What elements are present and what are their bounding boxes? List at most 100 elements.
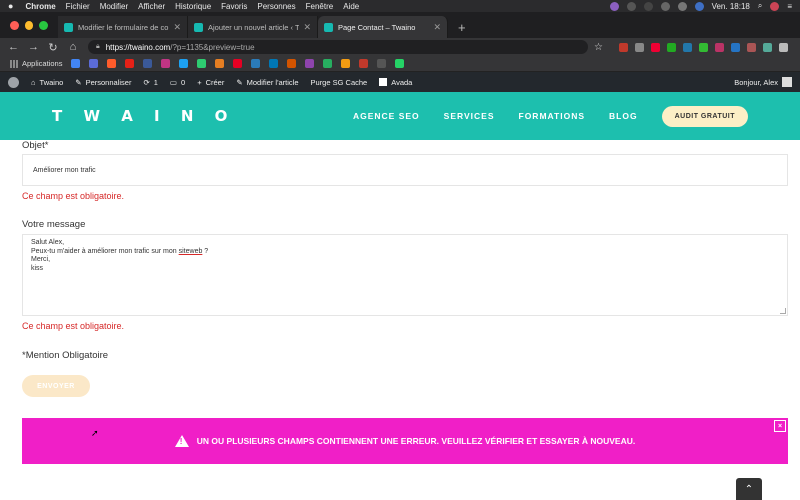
wp-logo-menu[interactable] [8, 76, 19, 88]
bookmark-icon[interactable] [107, 59, 117, 68]
lock-icon[interactable]: 🔒︎ [96, 43, 100, 51]
chrome-menu-icon[interactable] [778, 42, 788, 52]
tab-close-icon[interactable]: ✕ [433, 22, 441, 33]
resize-handle-icon[interactable] [780, 308, 786, 314]
browser-tab[interactable]: Ajouter un nouvel article ‹ Twa ✕ [188, 16, 318, 38]
wp-customize-label: Personnaliser [85, 77, 132, 87]
menu-view[interactable]: Afficher [138, 2, 165, 11]
audit-gratuit-button[interactable]: AUDIT GRATUIT [661, 105, 748, 127]
menu-file[interactable]: Fichier [66, 2, 90, 11]
instagram-bookmark-icon[interactable] [161, 59, 171, 68]
nav-formations[interactable]: FORMATIONS [519, 111, 586, 121]
bookmark-icon[interactable] [197, 59, 207, 68]
extension-icon[interactable] [618, 42, 628, 52]
facebook-bookmark-icon[interactable] [143, 59, 153, 68]
extension-icon[interactable] [746, 42, 756, 52]
pinterest-bookmark-icon[interactable] [233, 59, 243, 68]
browser-tab-bar: Modifier le formulaire de conta ✕ Ajoute… [0, 12, 800, 38]
nav-services[interactable]: SERVICES [444, 111, 495, 121]
menu-window[interactable]: Fenêtre [306, 2, 334, 11]
bookmark-icon[interactable] [89, 59, 99, 68]
linkedin-bookmark-icon[interactable] [269, 59, 279, 68]
error-alert: UN OU PLUSIEURS CHAMPS CONTIENNENT UNE E… [22, 418, 788, 464]
extension-icon[interactable] [714, 42, 724, 52]
bookmark-icon[interactable] [287, 59, 297, 68]
tab-close-icon[interactable]: ✕ [173, 22, 181, 33]
menu-history[interactable]: Historique [175, 2, 211, 11]
subject-field[interactable]: Améliorer mon trafic [22, 154, 788, 186]
bookmark-icon[interactable] [359, 59, 369, 68]
clock[interactable]: Ven. 18:18 [712, 2, 750, 11]
youtube-bookmark-icon[interactable] [125, 59, 135, 68]
wp-updates-count: 1 [153, 77, 158, 87]
forward-icon[interactable]: → [28, 41, 39, 53]
menu-edit[interactable]: Modifier [100, 2, 128, 11]
wp-edit-post-link[interactable]: ✎ Modifier l'article [236, 78, 298, 87]
bookmark-icon[interactable] [323, 59, 333, 68]
extension-icon[interactable] [634, 42, 644, 52]
menu-bookmarks[interactable]: Favoris [221, 2, 247, 11]
wp-site-link[interactable]: ⌂ Twaino [31, 78, 63, 87]
alert-close-button[interactable]: × [774, 420, 786, 432]
status-cloud-icon[interactable] [660, 1, 670, 11]
status-github-icon[interactable] [626, 1, 636, 11]
notification-center-icon[interactable]: ≡ [787, 2, 792, 11]
bookmark-icon[interactable] [215, 59, 225, 68]
wifi-icon[interactable] [677, 1, 687, 11]
extension-icon[interactable] [730, 42, 740, 52]
google-bookmark-icon[interactable] [71, 59, 81, 68]
tab-close-icon[interactable]: ✕ [303, 22, 311, 33]
menu-people[interactable]: Personnes [257, 2, 295, 11]
profile-avatar-icon[interactable] [762, 42, 772, 52]
scroll-to-top-button[interactable]: ⌃ [736, 478, 762, 500]
nav-agence-seo[interactable]: AGENCE SEO [353, 111, 420, 121]
bookmark-icon[interactable] [305, 59, 315, 68]
macos-menu-bar: ● Chrome Fichier Modifier Afficher Histo… [0, 0, 800, 12]
flag-fr-icon[interactable] [694, 1, 704, 11]
reload-icon[interactable]: ↻ [48, 41, 58, 54]
bookmark-icon[interactable] [377, 59, 387, 68]
wp-avada-link[interactable]: Avada [379, 78, 412, 87]
menu-help[interactable]: Aide [343, 2, 359, 11]
spotlight-search-icon[interactable]: ⌕ [758, 1, 762, 11]
site-logo[interactable]: T W A I N O [52, 107, 235, 125]
status-dropbox-icon[interactable] [643, 1, 653, 11]
twitter-bookmark-icon[interactable] [179, 59, 189, 68]
home-icon[interactable]: ⌂ [68, 41, 78, 53]
new-tab-icon[interactable]: + [448, 20, 476, 38]
tab-title: Ajouter un nouvel article ‹ Twa [208, 22, 300, 32]
browser-tab-active[interactable]: Page Contact – Twaino ✕ [318, 16, 448, 38]
wp-account-menu[interactable]: Bonjour, Alex [734, 77, 792, 87]
extension-icon[interactable] [698, 42, 708, 52]
analytics-bookmark-icon[interactable] [341, 59, 351, 68]
nav-blog[interactable]: BLOG [609, 111, 638, 121]
menu-app[interactable]: Chrome [25, 2, 55, 11]
message-line: Salut Alex, [31, 239, 65, 246]
pinterest-extension-icon[interactable] [650, 42, 660, 52]
minimize-window-icon[interactable] [24, 20, 34, 30]
status-app-icon[interactable] [609, 1, 619, 11]
wordpress-icon [8, 76, 19, 88]
submit-button[interactable]: ENVOYER [22, 375, 90, 397]
bookmark-icon[interactable] [251, 59, 261, 68]
message-textarea[interactable]: Salut Alex, Peux-tu m'aider à améliorer … [22, 234, 788, 316]
wp-comments-link[interactable]: ▭ 0 [170, 78, 185, 87]
browser-tab[interactable]: Modifier le formulaire de conta ✕ [58, 16, 188, 38]
updates-icon: ⟳ [143, 77, 150, 87]
apple-icon[interactable]: ● [8, 1, 13, 11]
bookmark-star-icon[interactable]: ☆ [594, 42, 603, 53]
wp-purge-cache-link[interactable]: Purge SG Cache [311, 78, 368, 87]
bookmark-apps[interactable]: Applications [10, 59, 62, 68]
extension-icon[interactable] [666, 42, 676, 52]
zoom-window-icon[interactable] [39, 20, 49, 30]
warning-icon [174, 435, 189, 447]
wp-customize-link[interactable]: ✎ Personnaliser [75, 78, 131, 87]
close-window-icon[interactable] [10, 20, 19, 30]
back-icon[interactable]: ← [8, 41, 19, 53]
siri-icon[interactable] [770, 1, 780, 11]
wp-new-link[interactable]: + Créer [197, 78, 224, 87]
address-bar[interactable]: 🔒︎ https://twaino.com /?p=1135&preview=t… [88, 40, 588, 54]
extension-icon[interactable] [682, 42, 692, 52]
whatsapp-bookmark-icon[interactable] [395, 59, 405, 68]
wp-updates-link[interactable]: ⟳ 1 [143, 78, 157, 87]
